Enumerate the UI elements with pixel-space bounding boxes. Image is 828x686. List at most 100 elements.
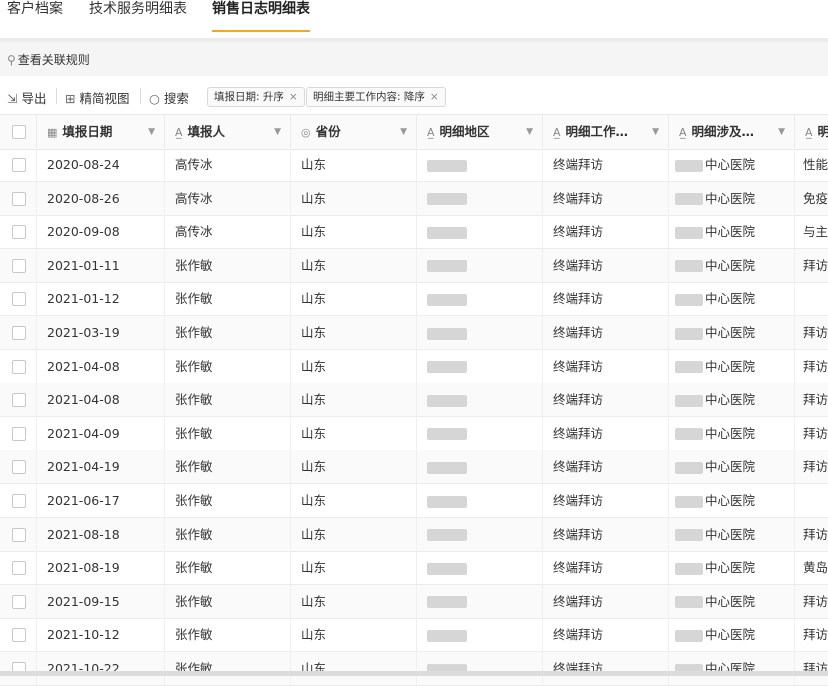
table-row[interactable]: 2021-06-17 张作敏 山东 终端拜访 中心医院: [0, 484, 828, 518]
cell-main-content[interactable]: 拜访: [795, 316, 828, 349]
cell-region[interactable]: [417, 416, 543, 450]
cell-region[interactable]: [417, 148, 543, 181]
table-row[interactable]: 2021-01-12 张作敏 山东 终端拜访 中心医院: [0, 282, 828, 317]
cell-main-content[interactable]: 性能: [795, 148, 828, 181]
cell-province[interactable]: 山东: [291, 383, 417, 417]
row-checkbox[interactable]: [12, 258, 26, 273]
cell-province[interactable]: 山东: [291, 618, 417, 652]
tab-sales-log-detail[interactable]: 销售日志明细表: [212, 0, 310, 32]
cell-work-type[interactable]: 终端拜访: [543, 316, 669, 349]
cell-involved-party[interactable]: 中心医院: [669, 584, 795, 618]
cell-report-date[interactable]: 2020-08-24: [37, 148, 165, 181]
cell-involved-party[interactable]: 中心医院: [669, 618, 795, 652]
cell-region[interactable]: [417, 349, 543, 383]
table-row[interactable]: 2020-08-26 高传冰 山东 终端拜访 中心医院 免疫: [0, 181, 828, 216]
cell-report-date[interactable]: 2021-04-08: [37, 383, 165, 417]
cell-reporter[interactable]: 张作敏: [165, 416, 291, 450]
sort-chip-date[interactable]: 填报日期: 升序 ×: [207, 87, 305, 107]
search-button[interactable]: ○ 搜索: [149, 88, 189, 107]
cell-main-content[interactable]: 拜访: [795, 350, 828, 383]
cell-report-date[interactable]: 2021-04-08: [37, 349, 165, 383]
cell-report-date[interactable]: 2021-04-09: [37, 416, 165, 450]
header-report-date[interactable]: ▦ 填报日期 ▼: [37, 115, 165, 149]
export-button[interactable]: ⇲ 导出: [7, 88, 47, 107]
table-row[interactable]: 2021-10-12 张作敏 山东 终端拜访 中心医院 拜访: [0, 618, 828, 653]
cell-province[interactable]: 山东: [291, 181, 417, 215]
row-checkbox[interactable]: [12, 393, 26, 408]
chevron-down-icon[interactable]: ▼: [526, 115, 533, 149]
close-icon[interactable]: ×: [289, 91, 298, 103]
chevron-down-icon[interactable]: ▼: [400, 115, 407, 149]
cell-involved-party[interactable]: 中心医院: [669, 652, 795, 685]
cell-involved-party[interactable]: 中心医院: [669, 551, 795, 585]
cell-region[interactable]: [417, 282, 543, 316]
chevron-down-icon[interactable]: ▼: [652, 115, 659, 149]
cell-reporter[interactable]: 张作敏: [165, 248, 291, 282]
table-row[interactable]: 2021-03-19 张作敏 山东 终端拜访 中心医院 拜访: [0, 316, 828, 350]
cell-involved-party[interactable]: 中心医院: [669, 215, 795, 249]
cell-involved-party[interactable]: 中心医院: [669, 517, 795, 551]
cell-province[interactable]: 山东: [291, 416, 417, 450]
cell-reporter[interactable]: 张作敏: [165, 584, 291, 618]
cell-reporter[interactable]: 张作敏: [165, 450, 291, 484]
cell-involved-party[interactable]: 中心医院: [669, 450, 795, 484]
cell-main-content[interactable]: 与主: [795, 215, 828, 248]
cell-work-type[interactable]: 终端拜访: [543, 652, 669, 685]
cell-main-content[interactable]: [795, 282, 828, 315]
cell-report-date[interactable]: 2021-08-18: [37, 517, 165, 551]
cell-work-type[interactable]: 终端拜访: [543, 148, 669, 181]
cell-province[interactable]: 山东: [291, 652, 417, 685]
cell-involved-party[interactable]: 中心医院: [669, 416, 795, 450]
cell-region[interactable]: [417, 383, 543, 417]
cell-involved-party[interactable]: 中心医院: [669, 349, 795, 383]
cell-province[interactable]: 山东: [291, 551, 417, 585]
tab-tech-service-detail[interactable]: 技术服务明细表: [89, 0, 187, 30]
header-reporter[interactable]: A̲ 填报人 ▼: [165, 115, 291, 149]
header-work-type[interactable]: A̲ 明细工作… ▼: [543, 115, 669, 149]
chevron-down-icon[interactable]: ▼: [778, 115, 785, 149]
cell-main-content[interactable]: 拜访: [795, 652, 828, 685]
compact-view-button[interactable]: ⊞ 精简视图: [65, 88, 130, 107]
select-all-checkbox[interactable]: [12, 125, 26, 139]
cell-work-type[interactable]: 终端拜访: [543, 215, 669, 249]
view-rules-link[interactable]: ⚲ 查看关联规则: [7, 51, 90, 68]
cell-region[interactable]: [417, 484, 543, 517]
table-row[interactable]: 2021-08-18 张作敏 山东 终端拜访 中心医院 拜访: [0, 517, 828, 552]
cell-province[interactable]: 山东: [291, 517, 417, 551]
cell-work-type[interactable]: 终端拜访: [543, 618, 669, 652]
row-checkbox[interactable]: [12, 460, 26, 475]
cell-main-content[interactable]: 拜访: [795, 383, 828, 416]
cell-involved-party[interactable]: 中心医院: [669, 248, 795, 282]
table-row[interactable]: 2020-09-08 高传冰 山东 终端拜访 中心医院 与主: [0, 215, 828, 250]
cell-region[interactable]: [417, 316, 543, 349]
cell-province[interactable]: 山东: [291, 349, 417, 383]
cell-main-content[interactable]: 拜访: [795, 450, 828, 483]
table-row[interactable]: 2021-04-08 张作敏 山东 终端拜访 中心医院 拜访: [0, 383, 828, 418]
cell-report-date[interactable]: 2020-09-08: [37, 215, 165, 249]
close-icon[interactable]: ×: [430, 91, 439, 103]
cell-region[interactable]: [417, 618, 543, 652]
cell-reporter[interactable]: 张作敏: [165, 383, 291, 417]
cell-report-date[interactable]: 2021-01-12: [37, 282, 165, 316]
row-checkbox[interactable]: [12, 561, 26, 576]
cell-province[interactable]: 山东: [291, 148, 417, 181]
sort-chip-content[interactable]: 明细主要工作内容: 降序 ×: [306, 87, 446, 107]
cell-report-date[interactable]: 2021-04-19: [37, 450, 165, 484]
row-checkbox[interactable]: [12, 426, 26, 441]
cell-province[interactable]: 山东: [291, 248, 417, 282]
row-checkbox[interactable]: [12, 292, 26, 307]
cell-region[interactable]: [417, 181, 543, 215]
cell-involved-party[interactable]: 中心医院: [669, 148, 795, 181]
cell-region[interactable]: [417, 517, 543, 551]
table-row[interactable]: 2021-04-09 张作敏 山东 终端拜访 中心医院 拜访: [0, 416, 828, 451]
cell-work-type[interactable]: 终端拜访: [543, 181, 669, 215]
row-checkbox[interactable]: [12, 191, 26, 206]
chevron-down-icon[interactable]: ▼: [274, 115, 281, 149]
table-row[interactable]: 2021-01-11 张作敏 山东 终端拜访 中心医院 拜访: [0, 248, 828, 283]
header-main-content[interactable]: A̲ 明: [795, 115, 828, 149]
table-row[interactable]: 2021-09-15 张作敏 山东 终端拜访 中心医院 拜访: [0, 584, 828, 619]
cell-province[interactable]: 山东: [291, 484, 417, 517]
table-row[interactable]: 2021-10-22 张作敏 山东 终端拜访 中心医院 拜访: [0, 652, 828, 686]
cell-involved-party[interactable]: 中心医院: [669, 484, 795, 517]
cell-report-date[interactable]: 2021-03-19: [37, 316, 165, 349]
